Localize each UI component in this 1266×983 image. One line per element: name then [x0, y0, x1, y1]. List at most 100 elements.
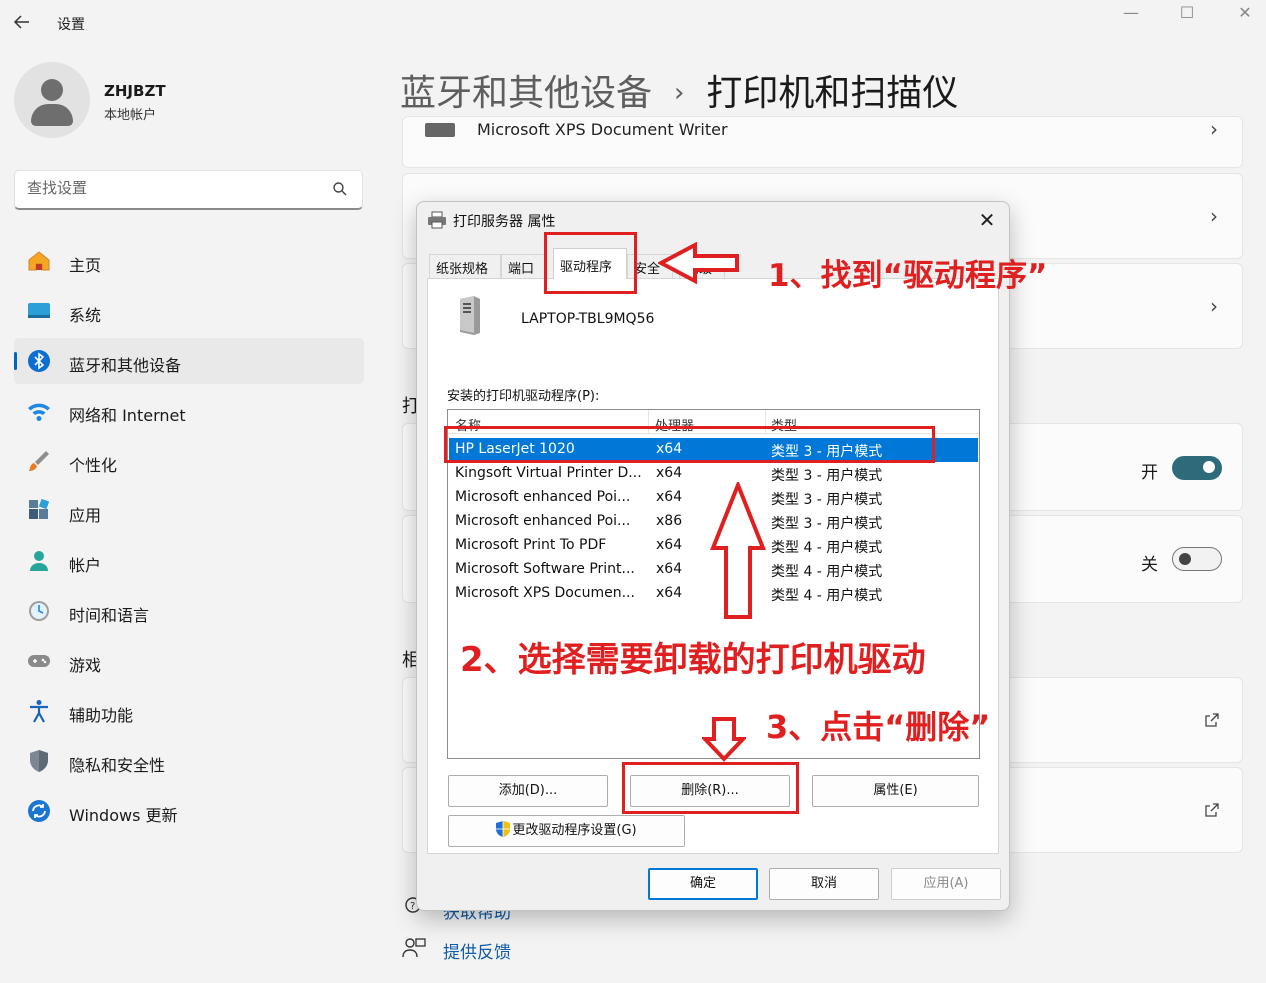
- change-driver-settings-button[interactable]: 更改驱动程序设置(G): [448, 815, 685, 847]
- tab-forms[interactable]: 纸张规格: [429, 254, 501, 278]
- page-title: 打印机和扫描仪: [706, 73, 959, 114]
- minimize-button[interactable]: —: [1111, 2, 1151, 24]
- feedback-link[interactable]: 提供反馈: [443, 938, 511, 963]
- driver-processor: x64: [656, 561, 683, 577]
- wifi-icon: [28, 403, 50, 421]
- chevron-right-icon: ›: [1210, 117, 1218, 141]
- sidebar-item-windows-update[interactable]: Windows 更新: [14, 788, 364, 834]
- sidebar-item-network[interactable]: 网络和 Internet: [14, 388, 364, 434]
- server-name: LAPTOP-TBL9MQ56: [521, 311, 655, 327]
- sidebar-item-label: 网络和 Internet: [69, 406, 186, 425]
- chevron-right-icon: ›: [1210, 204, 1218, 228]
- sidebar-item-personalization[interactable]: 个性化: [14, 438, 364, 484]
- breadcrumb-separator: ›: [674, 78, 685, 108]
- sidebar-item-privacy[interactable]: 隐私和安全性: [14, 738, 364, 784]
- accessibility-icon: [30, 700, 48, 723]
- gamepad-icon: [28, 655, 50, 667]
- toggle-switch[interactable]: [1172, 456, 1222, 480]
- chevron-right-icon: ›: [1210, 294, 1218, 318]
- annotation-highlight-selected-driver: [444, 426, 935, 463]
- sidebar-item-label: Windows 更新: [69, 806, 178, 825]
- search-input[interactable]: [27, 179, 327, 197]
- driver-processor: x86: [656, 513, 683, 529]
- annotation-highlight-remove-button: [622, 762, 799, 814]
- driver-processor: x64: [656, 465, 683, 481]
- tab-ports[interactable]: 端口: [501, 254, 545, 278]
- account-type: 本地帐户: [104, 108, 157, 123]
- close-window-button[interactable]: ✕: [1225, 2, 1265, 24]
- external-link-icon: [1205, 713, 1219, 727]
- sidebar-item-label: 游戏: [69, 656, 102, 675]
- driver-processor: x64: [656, 537, 683, 553]
- toggle-switch[interactable]: [1172, 547, 1222, 571]
- title-bar: 设置 — ☐ ✕: [0, 0, 1266, 46]
- apply-button[interactable]: 应用(A): [891, 868, 1001, 900]
- dialog-close-button[interactable]: ✕: [975, 208, 999, 232]
- system-icon: [28, 303, 50, 318]
- dialog-title: 打印服务器 属性: [453, 214, 556, 230]
- printer-name: Microsoft XPS Document Writer: [477, 120, 728, 139]
- annotation-step-1: 1、找到“驱动程序”: [768, 258, 1048, 294]
- driver-type: 类型 4 - 用户模式: [771, 540, 883, 556]
- driver-properties-button[interactable]: 属性(E): [812, 775, 979, 807]
- sidebar-item-gaming[interactable]: 游戏: [14, 638, 364, 684]
- driver-name: Microsoft XPS Documen...: [455, 585, 635, 601]
- sidebar-item-label: 应用: [69, 506, 102, 525]
- sidebar-item-label: 时间和语言: [69, 606, 150, 625]
- sidebar-item-accessibility[interactable]: 辅助功能: [14, 688, 364, 734]
- sidebar-item-home[interactable]: 主页: [14, 238, 364, 284]
- sidebar-item-label: 个性化: [69, 456, 118, 475]
- avatar[interactable]: [14, 62, 90, 138]
- breadcrumb-parent[interactable]: 蓝牙和其他设备: [400, 73, 652, 114]
- maximize-button[interactable]: ☐: [1167, 2, 1207, 24]
- sidebar-item-label: 隐私和安全性: [69, 756, 166, 775]
- driver-processor: x64: [656, 489, 683, 505]
- sidebar-item-accounts[interactable]: 帐户: [14, 538, 364, 584]
- change-driver-settings-label: 更改驱动程序设置(G): [512, 823, 637, 838]
- cancel-button[interactable]: 取消: [769, 868, 879, 900]
- sidebar-item-label: 辅助功能: [69, 706, 134, 725]
- shield-icon: [30, 750, 48, 772]
- tab-drivers[interactable]: 驱动程序: [553, 248, 627, 279]
- sidebar-item-time-language[interactable]: 时间和语言: [14, 588, 364, 634]
- printer-icon: [425, 123, 455, 137]
- printer-icon: [428, 211, 446, 229]
- breadcrumb: 蓝牙和其他设备 › 打印机和扫描仪: [400, 64, 958, 116]
- back-arrow-icon[interactable]: [12, 12, 36, 36]
- avatar-body: [31, 104, 73, 126]
- ok-button[interactable]: 确定: [648, 868, 758, 900]
- clock-icon: [29, 601, 49, 621]
- sidebar-item-apps[interactable]: 应用: [14, 488, 364, 534]
- update-icon: [28, 800, 50, 822]
- bluetooth-icon: [28, 350, 50, 372]
- driver-name: Kingsoft Virtual Printer D...: [455, 465, 642, 481]
- sidebar-item-label: 帐户: [69, 556, 102, 575]
- feedback-icon: [402, 938, 426, 958]
- sidebar-item-bluetooth[interactable]: 蓝牙和其他设备: [14, 338, 364, 384]
- sidebar-nav: 主页 系统 蓝牙和其他设备 网络和 Internet 个性化 应用 帐户 时间和…: [14, 238, 364, 838]
- add-driver-button[interactable]: 添加(D)...: [448, 775, 608, 807]
- annotation-arrow-down-icon: [702, 717, 746, 762]
- driver-type: 类型 3 - 用户模式: [771, 492, 883, 508]
- avatar-head: [41, 79, 63, 101]
- account-name: ZHJBZT: [104, 82, 166, 100]
- toggle-state-label: 关: [1141, 555, 1158, 575]
- annotation-step-3: 3、点击“删除”: [766, 708, 991, 746]
- search-icon[interactable]: [332, 181, 348, 197]
- annotation-step-2: 2、选择需要卸载的打印机驱动: [460, 640, 926, 680]
- driver-type: 类型 4 - 用户模式: [771, 588, 883, 604]
- driver-name: Microsoft enhanced Poi...: [455, 489, 631, 505]
- printer-card-xps[interactable]: Microsoft XPS Document Writer ›: [402, 116, 1243, 168]
- driver-name: Microsoft Software Print...: [455, 561, 635, 577]
- toggle-knob: [1179, 553, 1191, 565]
- brush-icon: [29, 451, 49, 471]
- sidebar-item-system[interactable]: 系统: [14, 288, 364, 334]
- driver-processor: x64: [656, 585, 683, 601]
- server-icon: [460, 296, 480, 335]
- driver-name: Microsoft enhanced Poi...: [455, 513, 631, 529]
- toggle-state-label: 开: [1141, 463, 1158, 483]
- search-box[interactable]: [14, 170, 363, 210]
- toggle-knob: [1203, 461, 1215, 473]
- driver-type: 类型 3 - 用户模式: [771, 516, 883, 532]
- driver-name: Microsoft Print To PDF: [455, 537, 607, 553]
